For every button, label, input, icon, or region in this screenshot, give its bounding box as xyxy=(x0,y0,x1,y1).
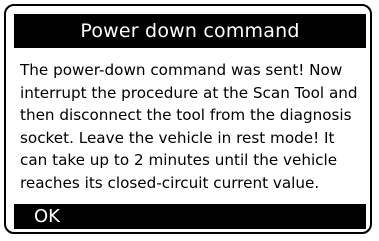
dialog-title: Power down command xyxy=(14,14,366,48)
scan-tool-screen: Power down command The power-down comman… xyxy=(4,4,372,234)
ok-button[interactable]: OK xyxy=(14,204,366,229)
dialog-message: The power-down command was sent! Now int… xyxy=(20,61,358,192)
